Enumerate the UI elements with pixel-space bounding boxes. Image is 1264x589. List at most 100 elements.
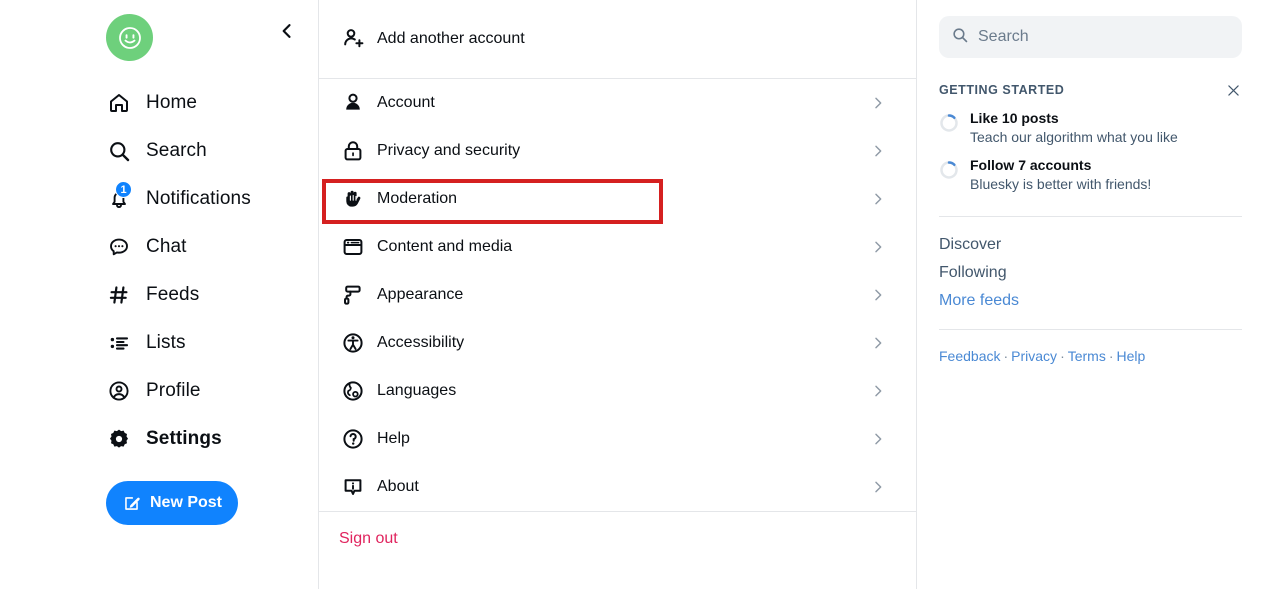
settings-list: Account Privacy and security Moderation … — [319, 79, 916, 511]
sidebar-item-search[interactable]: Search — [106, 127, 318, 175]
settings-row-about[interactable]: About — [319, 463, 916, 511]
settings-row-label: Content and media — [377, 238, 513, 255]
getting-started-header: GETTING STARTED — [939, 80, 1242, 100]
chevron-right-icon — [870, 335, 886, 351]
notification-badge: 1 — [115, 181, 132, 198]
add-account-group: Add another account — [319, 0, 916, 78]
settings-row-content-and-media[interactable]: Content and media — [319, 223, 916, 271]
task-title: Follow 7 accounts — [970, 157, 1092, 173]
chevron-left-icon — [282, 24, 291, 38]
lock-icon — [339, 138, 367, 164]
right-sidebar: GETTING STARTED Like 10 posts Teach our … — [917, 0, 1264, 589]
task-subtitle: Bluesky is better with friends! — [970, 176, 1152, 192]
sidebar-item-label: Notifications — [146, 188, 251, 209]
hand-raised-icon — [339, 186, 367, 212]
chevron-right-icon — [870, 239, 886, 255]
search-bar[interactable] — [939, 16, 1242, 58]
getting-started-title: GETTING STARTED — [939, 83, 1065, 97]
collapse-sidebar-button[interactable] — [270, 14, 304, 48]
info-square-icon — [339, 474, 367, 500]
settings-column: Add another account Account Privacy and … — [319, 0, 917, 589]
sidebar-item-label: Settings — [146, 428, 222, 449]
footer-separator: · — [1108, 348, 1114, 364]
settings-row-label: Accessibility — [377, 334, 465, 351]
left-sidebar: Home Search 1 Notifications Chat Feeds L… — [0, 0, 319, 589]
bluesky-settings-page: Home Search 1 Notifications Chat Feeds L… — [0, 0, 1264, 589]
feed-link-discover[interactable]: Discover — [939, 231, 1242, 259]
task-subtitle: Teach our algorithm what you like — [970, 129, 1178, 145]
footer-links: Feedback · Privacy · Terms · Help — [939, 330, 1242, 364]
footer-link-feedback[interactable]: Feedback — [939, 348, 1000, 364]
close-icon[interactable] — [1225, 82, 1242, 99]
settings-row-moderation[interactable]: Moderation — [319, 175, 916, 223]
nav-list: Home Search 1 Notifications Chat Feeds L… — [106, 79, 318, 463]
new-post-label: New Post — [149, 494, 222, 511]
footer-separator: · — [1060, 348, 1065, 364]
settings-row-label: Account — [377, 94, 435, 111]
settings-row-label: Add another account — [377, 30, 525, 47]
settings-row-label: Appearance — [377, 286, 464, 303]
chevron-right-icon — [870, 95, 886, 111]
feed-link-more-feeds[interactable]: More feeds — [939, 287, 1242, 315]
search-icon — [106, 138, 132, 164]
settings-row-accessibility[interactable]: Accessibility — [319, 319, 916, 367]
sign-out-group: Sign out — [319, 512, 916, 548]
progress-ring-icon — [939, 113, 959, 138]
sidebar-item-profile[interactable]: Profile — [106, 367, 318, 415]
settings-row-label: Help — [377, 430, 410, 447]
chat-bubble-icon — [106, 234, 132, 260]
search-input[interactable] — [978, 28, 1230, 46]
settings-row-languages[interactable]: Languages — [319, 367, 916, 415]
avatar[interactable] — [106, 14, 153, 61]
settings-row-privacy-and-security[interactable]: Privacy and security — [319, 127, 916, 175]
sidebar-item-chat[interactable]: Chat — [106, 223, 318, 271]
footer-link-help[interactable]: Help — [1117, 348, 1146, 364]
compose-icon — [125, 496, 140, 510]
settings-row-label: Privacy and security — [377, 142, 521, 159]
bell-icon: 1 — [106, 181, 132, 212]
task-title: Like 10 posts — [970, 110, 1059, 126]
footer-separator: · — [1003, 348, 1009, 364]
sidebar-item-label: Lists — [146, 332, 186, 353]
home-icon — [106, 90, 132, 116]
question-circle-icon — [339, 426, 367, 452]
sidebar-item-lists[interactable]: Lists — [106, 319, 318, 367]
settings-row-label: Languages — [377, 382, 457, 399]
sidebar-item-label: Home — [146, 92, 198, 113]
footer-link-terms[interactable]: Terms — [1068, 348, 1106, 364]
chevron-right-icon — [870, 383, 886, 399]
search-icon — [951, 26, 969, 49]
list-icon — [106, 330, 132, 356]
feed-link-following[interactable]: Following — [939, 259, 1242, 287]
chevron-right-icon — [870, 143, 886, 159]
paint-roller-icon — [339, 282, 367, 308]
smiley-face-icon — [118, 26, 141, 49]
footer-link-privacy[interactable]: Privacy — [1011, 348, 1057, 364]
settings-row-appearance[interactable]: Appearance — [319, 271, 916, 319]
sidebar-item-label: Search — [146, 140, 207, 161]
getting-started-task[interactable]: Follow 7 accounts Bluesky is better with… — [939, 157, 1242, 194]
new-post-button[interactable]: New Post — [106, 481, 238, 525]
settings-row-help[interactable]: Help — [319, 415, 916, 463]
sidebar-item-feeds[interactable]: Feeds — [106, 271, 318, 319]
user-circle-icon — [106, 378, 132, 404]
settings-row-account[interactable]: Account — [319, 79, 916, 127]
sidebar-item-settings[interactable]: Settings — [106, 415, 318, 463]
chevron-right-icon — [870, 287, 886, 303]
user-plus-icon — [339, 26, 367, 52]
sidebar-item-label: Profile — [146, 380, 201, 401]
sidebar-item-home[interactable]: Home — [106, 79, 318, 127]
sign-out-button[interactable]: Sign out — [339, 530, 398, 548]
sidebar-item-notifications[interactable]: 1 Notifications — [106, 175, 318, 223]
media-window-icon — [339, 234, 367, 260]
getting-started-task[interactable]: Like 10 posts Teach our algorithm what y… — [939, 110, 1242, 147]
progress-ring-icon — [939, 160, 959, 185]
sidebar-item-label: Chat — [146, 236, 187, 257]
hashtag-icon — [106, 282, 132, 308]
settings-row-add-another-account[interactable]: Add another account — [319, 0, 916, 78]
globe-icon — [339, 378, 367, 404]
gear-icon — [106, 426, 132, 452]
accessibility-icon — [339, 330, 367, 356]
chevron-right-icon — [870, 431, 886, 447]
user-icon — [339, 90, 367, 116]
